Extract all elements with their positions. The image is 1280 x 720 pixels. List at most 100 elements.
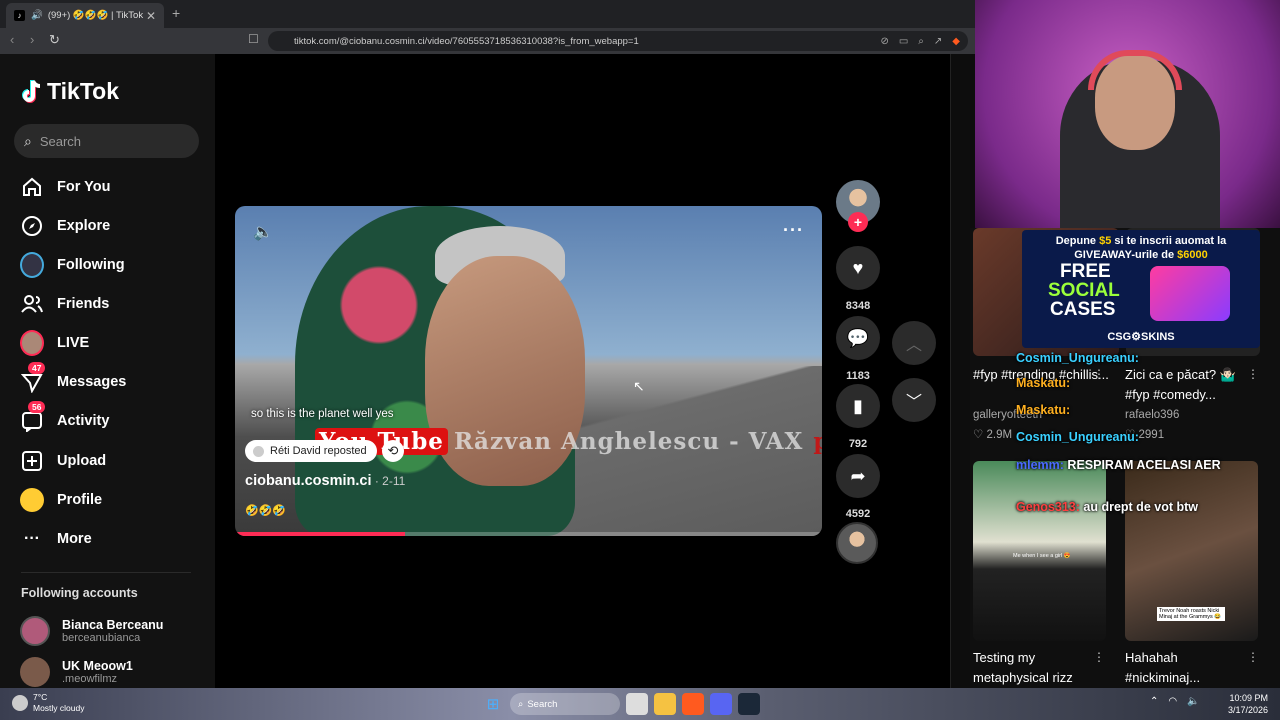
- main-feed: You TubeRăzvan Anghelescu - VAXpopuli 🔈 …: [215, 54, 950, 688]
- nav-label: Following: [57, 257, 125, 273]
- instagram-box-icon: [1150, 266, 1230, 321]
- repost-icon[interactable]: ⟲: [382, 440, 404, 462]
- video-author[interactable]: ciobanu.cosmin.ci · 2-11: [245, 473, 405, 489]
- nav-following[interactable]: Following: [20, 250, 125, 280]
- bookmark-icon[interactable]: ☐: [248, 32, 259, 46]
- reposted-text: Réti David reposted: [270, 445, 367, 457]
- thumb-title[interactable]: Testing my metaphysical rizz: [973, 648, 1093, 688]
- tray-expand-icon[interactable]: ⌃: [1150, 696, 1158, 707]
- nav-messages[interactable]: 47 Messages: [20, 362, 126, 397]
- close-tab-icon[interactable]: ✕: [146, 9, 156, 23]
- zoom-icon[interactable]: ⌕: [918, 36, 924, 47]
- kebab-icon[interactable]: ⋮: [1247, 650, 1259, 664]
- thumb-title[interactable]: Zici ca e păcat? 🤷🏻‍♂️ #fyp #comedy...: [1125, 365, 1250, 405]
- discord-icon[interactable]: [710, 693, 732, 715]
- heart-icon[interactable]: ♥: [836, 246, 880, 290]
- no-translate-icon[interactable]: ⊘: [880, 36, 888, 47]
- promo-banner: Depune $5 si te inscrii auomat la GIVEAW…: [1022, 230, 1260, 348]
- kebab-icon[interactable]: ⋮: [1093, 367, 1105, 381]
- nav-profile[interactable]: Profile: [20, 485, 102, 515]
- search-input[interactable]: ⌕ Search: [14, 124, 199, 158]
- steam-icon[interactable]: [738, 693, 760, 715]
- chat-user: Cosmin_Ungureanu:: [1016, 430, 1139, 444]
- thumb-author[interactable]: rafaelo396: [1125, 409, 1179, 421]
- comment-count: 1183: [846, 370, 870, 382]
- like-count: 8348: [845, 300, 871, 312]
- weather-widget[interactable]: 7°C Mostly cloudy: [12, 692, 85, 714]
- thumb-overlay-text: Trevor Noah roasts Nicki Minaj at the Gr…: [1157, 607, 1225, 621]
- nav-label: More: [57, 531, 92, 547]
- chevron-up-icon[interactable]: ︿: [892, 321, 936, 365]
- account-name: Bianca Berceanu: [62, 618, 164, 632]
- reload-icon[interactable]: ↻: [49, 32, 60, 48]
- comment-action[interactable]: 💬 1183: [836, 316, 880, 382]
- cast-icon[interactable]: ▭: [899, 36, 908, 47]
- thumb-title[interactable]: Hahahah #nickiminaj...: [1125, 648, 1245, 688]
- windows-start-icon[interactable]: ⊞: [482, 693, 504, 715]
- nav-label: For You: [57, 179, 111, 195]
- nav-for-you[interactable]: For You: [20, 172, 110, 202]
- comment-icon[interactable]: 💬: [836, 316, 880, 360]
- share-icon[interactable]: ↗: [934, 36, 942, 47]
- video-player[interactable]: You TubeRăzvan Anghelescu - VAXpopuli 🔈 …: [235, 206, 822, 536]
- save-action[interactable]: ▮ 792: [836, 384, 880, 450]
- chat-text: au drept de vot btw: [1079, 500, 1198, 514]
- chat-user: Cosmin_Ungureanu:: [1016, 351, 1139, 365]
- weather-icon: [12, 695, 28, 711]
- kebab-icon[interactable]: ⋮: [1247, 367, 1259, 381]
- url-field[interactable]: tiktok.com/@ciobanu.cosmin.ci/video/7605…: [268, 31, 968, 51]
- bookmark-icon[interactable]: ▮: [836, 384, 880, 428]
- taskbar-apps: ⊞ ⌕ Search: [482, 692, 760, 716]
- following-account[interactable]: Bianca Berceanu berceanubianca: [20, 616, 163, 646]
- nav-upload[interactable]: Upload: [20, 446, 106, 476]
- activity-badge: 56: [28, 401, 46, 413]
- speaker-icon[interactable]: 🔊: [31, 10, 43, 21]
- following-account[interactable]: UK Meoow1 .meowfilmz: [20, 657, 133, 687]
- promo-big2: SOCIAL: [1048, 280, 1120, 301]
- taskbar-search[interactable]: ⌕ Search: [510, 693, 620, 715]
- forward-icon[interactable]: ›: [30, 32, 34, 47]
- reposted-label[interactable]: Réti David reposted: [245, 440, 377, 462]
- brave-browser-icon[interactable]: [682, 693, 704, 715]
- music-disc-avatar[interactable]: [836, 522, 878, 564]
- nav-activity[interactable]: 56 Activity: [20, 401, 109, 436]
- browser-tab[interactable]: ♪ 🔊 (99+) 🤣🤣🤣 | TikTok ✕: [6, 3, 164, 28]
- brave-shield-icon[interactable]: ◆: [952, 36, 960, 47]
- friends-icon: [20, 292, 44, 316]
- nav-explore[interactable]: Explore: [20, 211, 110, 241]
- tiktok-logo[interactable]: TikTok: [21, 78, 119, 105]
- account-name: UK Meoow1: [62, 659, 133, 673]
- nav-friends[interactable]: Friends: [20, 289, 109, 319]
- nav-live[interactable]: LIVE: [20, 328, 89, 358]
- kebab-icon[interactable]: ⋮: [1093, 650, 1105, 664]
- clock[interactable]: 10:09 PM 3/17/2026: [1228, 692, 1268, 716]
- share-arrow-icon[interactable]: ➦: [836, 454, 880, 498]
- system-tray: ⌃ ◠ 🔈: [1150, 696, 1200, 707]
- post-date: · 2-11: [371, 474, 406, 488]
- back-icon[interactable]: ‹: [10, 32, 14, 47]
- video-thumb[interactable]: Trevor Noah roasts Nicki Minaj at the Gr…: [1125, 461, 1258, 641]
- video-thumb[interactable]: Me when I see a girl 😍: [973, 461, 1106, 641]
- account-handle: berceanubianca: [62, 632, 141, 644]
- promo-brand: CSG⚙SKINS: [1107, 331, 1175, 343]
- more-options-icon[interactable]: ···: [783, 220, 804, 241]
- volume-icon[interactable]: 🔈: [1187, 696, 1199, 707]
- follow-plus-icon[interactable]: +: [848, 212, 868, 232]
- clock-time: 10:09 PM: [1229, 693, 1268, 703]
- task-view-icon[interactable]: [626, 693, 648, 715]
- file-explorer-icon[interactable]: [654, 693, 676, 715]
- promo-l1c: si te inscrii auomat la: [1111, 235, 1227, 247]
- like-action[interactable]: ♥ 8348: [836, 246, 880, 312]
- nav-label: LIVE: [57, 335, 90, 351]
- url-text: tiktok.com/@ciobanu.cosmin.ci/video/7605…: [294, 35, 639, 47]
- video-progress-bar[interactable]: [235, 532, 822, 536]
- share-action[interactable]: ➦ 4592: [836, 454, 880, 520]
- new-tab-button[interactable]: +: [172, 5, 180, 21]
- nav-more[interactable]: ··· More: [20, 524, 92, 554]
- volume-icon[interactable]: 🔈: [253, 222, 273, 242]
- chat-user: mlemm:: [1016, 458, 1064, 472]
- wifi-icon[interactable]: ◠: [1168, 696, 1177, 707]
- chat-message: Cosmin_Ungureanu:: [1016, 430, 1139, 444]
- promo-l1b: $5: [1099, 235, 1112, 247]
- chevron-down-icon[interactable]: ﹀: [892, 378, 936, 422]
